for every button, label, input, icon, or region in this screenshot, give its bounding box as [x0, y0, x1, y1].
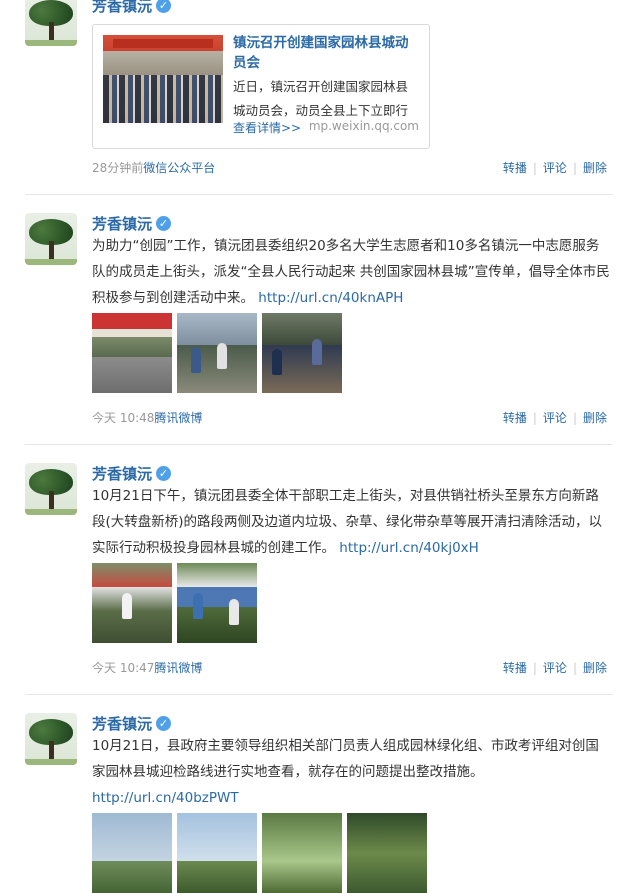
post-time[interactable]: 今天 10:48 — [92, 411, 154, 425]
repost-button[interactable]: 转播 — [503, 661, 527, 675]
post-image[interactable] — [92, 563, 172, 643]
post-image[interactable] — [177, 813, 257, 893]
comment-button[interactable]: 评论 — [543, 411, 567, 425]
post-link[interactable]: http://url.cn/40kj0xH — [339, 540, 479, 556]
post-time[interactable]: 28分钟前 — [92, 161, 143, 175]
author-name[interactable]: 芳香镇沅 ✓ — [92, 213, 172, 234]
post-source[interactable]: 微信公众平台 — [143, 161, 215, 175]
author-name[interactable]: 芳香镇沅 ✓ — [92, 713, 172, 734]
delete-button[interactable]: 删除 — [583, 411, 607, 425]
delete-button[interactable]: 删除 — [583, 161, 607, 175]
verified-icon: ✓ — [156, 0, 172, 13]
divider — [25, 444, 613, 445]
verified-icon: ✓ — [156, 466, 172, 481]
post-link[interactable]: http://url.cn/40knAPH — [258, 290, 403, 306]
post-source[interactable]: 腾讯微博 — [154, 411, 202, 425]
post-image[interactable] — [92, 313, 172, 393]
avatar[interactable] — [25, 713, 77, 765]
post-image[interactable] — [262, 813, 342, 893]
post-image[interactable] — [347, 813, 427, 893]
post-time[interactable]: 今天 10:47 — [92, 661, 154, 675]
post-actions: 转播 | 评论 | 删除 — [502, 161, 607, 175]
avatar[interactable] — [25, 0, 77, 46]
avatar[interactable] — [25, 213, 77, 265]
author-name[interactable]: 芳香镇沅 ✓ — [92, 0, 172, 16]
comment-button[interactable]: 评论 — [543, 161, 567, 175]
post-text: 为助力“创园”工作，镇沅团县委组织20多名大学生志愿者和10多名镇沅一中志愿服务… — [92, 238, 610, 306]
delete-button[interactable]: 删除 — [583, 661, 607, 675]
repost-button[interactable]: 转播 — [503, 411, 527, 425]
shared-link-card[interactable]: 镇沅召开创建国家园林县城动员会 近日，镇沅召开创建国家园林县城动员会，动员全县上… — [92, 24, 430, 149]
post-image[interactable] — [262, 313, 342, 393]
post-meta: 今天 10:47腾讯微博 — [92, 659, 202, 676]
post-image[interactable] — [92, 813, 172, 893]
post-actions: 转播 | 评论 | 删除 — [502, 661, 607, 675]
divider — [25, 694, 613, 695]
repost-button[interactable]: 转播 — [503, 161, 527, 175]
avatar[interactable] — [25, 463, 77, 515]
comment-button[interactable]: 评论 — [543, 661, 567, 675]
post-meta: 今天 10:48腾讯微博 — [92, 409, 202, 426]
post-meta: 28分钟前微信公众平台 — [92, 159, 215, 176]
share-source: mp.weixin.qq.com — [308, 119, 419, 133]
share-thumbnail[interactable] — [103, 35, 223, 123]
post-image[interactable] — [177, 313, 257, 393]
verified-icon: ✓ — [156, 716, 172, 731]
verified-icon: ✓ — [156, 216, 172, 231]
share-description: 近日，镇沅召开创建国家园林县城动员会，动员全县上下立即行 — [233, 79, 409, 118]
post-text: 10月21日，县政府主要领导组织相关部门员责人组成园林绿化组、市政考评组对创国家… — [92, 738, 599, 806]
post-text: 10月21日下午，镇沅团县委全体干部职工走上街头，对县供销社桥头至景东方向新路段… — [92, 488, 603, 556]
post-actions: 转播 | 评论 | 删除 — [502, 411, 607, 425]
view-details-link[interactable]: 查看详情>> — [233, 119, 301, 136]
post-link[interactable]: http://url.cn/40bzPWT — [92, 790, 239, 806]
post-source[interactable]: 腾讯微博 — [154, 661, 202, 675]
divider — [25, 194, 613, 195]
author-name[interactable]: 芳香镇沅 ✓ — [92, 463, 172, 484]
share-title[interactable]: 镇沅召开创建国家园林县城动员会 — [233, 33, 418, 73]
post-image[interactable] — [177, 563, 257, 643]
